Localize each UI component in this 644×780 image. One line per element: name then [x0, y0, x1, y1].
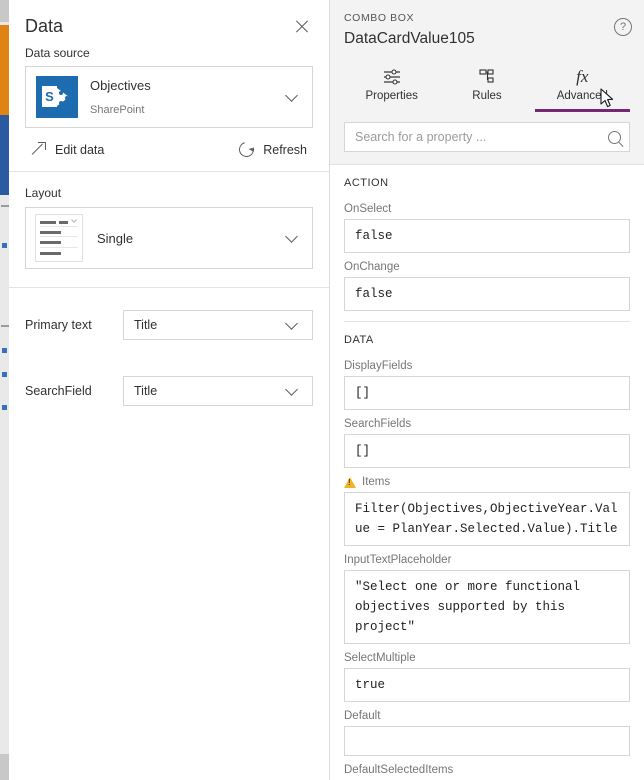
fx-icon: fx	[576, 67, 589, 86]
refresh-button[interactable]: Refresh	[236, 139, 307, 160]
edge-divider-2	[1, 325, 9, 327]
chevron-down-icon[interactable]	[278, 88, 304, 102]
edit-data-label: Edit data	[55, 142, 105, 157]
edge-marker-4	[2, 405, 7, 410]
data-source-type: SharePoint	[90, 103, 145, 116]
property-label-defaultselecteditems: DefaultSelectedItems	[344, 764, 454, 776]
external-link-icon	[31, 142, 46, 157]
property-value-onchange[interactable]: false	[344, 277, 630, 311]
chevron-down-icon[interactable]	[278, 316, 304, 330]
properties-pane: COMBO BOX DataCardValue105 ? Properties …	[330, 0, 644, 780]
org-chart-icon	[439, 66, 534, 88]
property-value-searchfields[interactable]: []	[344, 434, 630, 468]
data-pane-actions: Edit data Refresh	[9, 128, 329, 172]
edge-blue-segment	[0, 115, 9, 195]
property-value-inputtextplaceholder[interactable]: "Select one or more functional objective…	[344, 570, 630, 644]
control-name: DataCardValue105	[344, 30, 475, 47]
property-value-displayfields[interactable]: []	[344, 376, 630, 410]
help-circle-icon[interactable]: ?	[614, 18, 632, 36]
edge-divider-1	[1, 205, 9, 207]
property-label-selectmultiple: SelectMultiple	[344, 652, 416, 664]
data-pane: Data Data source S Objectives SharePoint…	[9, 0, 330, 780]
powerapps-editor-panels: Data Data source S Objectives SharePoint…	[0, 0, 644, 780]
properties-tabs: Properties Rules fx Advanced	[344, 60, 630, 112]
tab-rules[interactable]: Rules	[439, 60, 534, 112]
primary-text-value: Title	[134, 318, 158, 332]
layout-value: Single	[97, 230, 134, 246]
primary-text-select[interactable]: Title	[123, 310, 313, 340]
layout-label: Layout	[25, 186, 62, 200]
property-value-selectmultiple[interactable]: true	[344, 668, 630, 702]
edit-data-button[interactable]: Edit data	[31, 142, 104, 157]
search-field-value: Title	[134, 384, 158, 398]
sharepoint-icon: S	[36, 76, 78, 118]
scrollbar-top-segment[interactable]	[0, 0, 9, 22]
data-source-text: Objectives SharePoint	[78, 77, 278, 118]
layout-selector[interactable]: Single	[25, 207, 313, 269]
page-title: Data	[25, 16, 64, 36]
edge-marker-2	[2, 348, 7, 353]
section-divider	[9, 287, 329, 288]
search-icon[interactable]	[608, 130, 621, 144]
property-label-onselect: OnSelect	[344, 203, 392, 215]
tab-properties[interactable]: Properties	[344, 60, 439, 112]
property-label-default: Default	[344, 710, 381, 722]
properties-list: ACTION OnSelect false OnChange false DAT…	[330, 165, 644, 780]
property-search-box[interactable]	[344, 122, 630, 152]
property-label-inputtextplaceholder: InputTextPlaceholder	[344, 554, 452, 566]
data-source-label: Data source	[25, 46, 90, 60]
search-field-label: SearchField	[25, 384, 92, 398]
tab-properties-label: Properties	[365, 90, 418, 102]
edge-marker-3	[2, 372, 7, 377]
property-value-items[interactable]: Filter(Objectives,ObjectiveYear.Value = …	[344, 492, 630, 546]
property-search-container	[330, 112, 644, 165]
group-header-data: DATA	[344, 334, 374, 346]
tab-advanced-label: Advanced	[556, 90, 608, 102]
data-source-selector[interactable]: S Objectives SharePoint	[25, 66, 313, 128]
refresh-label: Refresh	[263, 142, 307, 157]
control-type-label: COMBO BOX	[344, 12, 415, 24]
warning-icon	[344, 476, 356, 488]
primary-text-label: Primary text	[25, 318, 92, 332]
search-input[interactable]	[355, 130, 608, 144]
chevron-down-icon[interactable]	[278, 229, 304, 243]
primary-text-row: Primary text Title	[9, 310, 329, 340]
edge-marker-1	[2, 243, 7, 248]
group-header-action: ACTION	[344, 177, 389, 189]
properties-pane-header: COMBO BOX DataCardValue105 ? Properties …	[330, 0, 644, 112]
property-value-onselect[interactable]: false	[344, 219, 630, 253]
property-label-displayfields: DisplayFields	[344, 360, 413, 372]
chevron-down-icon[interactable]	[278, 382, 304, 396]
tab-rules-label: Rules	[472, 90, 502, 102]
tab-advanced[interactable]: fx Advanced	[534, 60, 630, 112]
scrollbar-bottom-segment[interactable]	[0, 754, 9, 780]
edge-orange-segment	[0, 25, 9, 115]
property-value-default[interactable]	[344, 726, 630, 756]
sliders-icon	[344, 66, 439, 88]
close-icon[interactable]	[291, 16, 313, 38]
refresh-icon	[236, 139, 257, 160]
layout-preview-icon	[35, 214, 83, 262]
data-pane-header: Data	[9, 0, 329, 38]
search-field-select[interactable]: Title	[123, 376, 313, 406]
data-source-name: Objectives	[90, 77, 151, 93]
property-label-onchange: OnChange	[344, 261, 400, 273]
property-label-items: Items	[344, 468, 630, 492]
canvas-edge-strip	[0, 0, 9, 780]
search-field-row: SearchField Title	[9, 376, 329, 406]
property-label-searchfields: SearchFields	[344, 418, 412, 430]
